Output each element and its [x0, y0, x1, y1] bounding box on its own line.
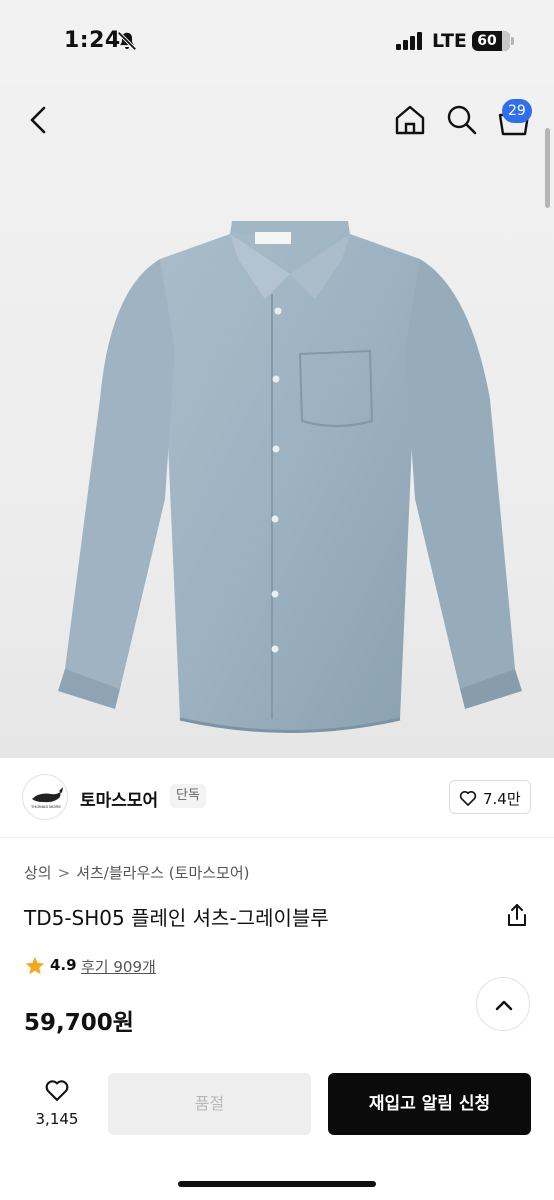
battery-level: 60 — [477, 33, 497, 49]
wishlist-count: 3,145 — [35, 1110, 79, 1128]
product-title: TD5-SH05 플레인 셔츠-그레이블루 — [24, 906, 329, 930]
wishlist-button[interactable]: 3,145 — [30, 1074, 84, 1134]
brand-like-button[interactable]: 7.4만 — [449, 780, 531, 814]
exclusive-badge: 단독 — [170, 784, 206, 808]
shirt-image — [58, 221, 522, 733]
chevron-up-icon — [495, 1000, 513, 1011]
whale-logo-icon: THOMAS MORE — [31, 787, 63, 809]
share-icon[interactable] — [505, 902, 529, 928]
breadcrumb-separator: > — [57, 864, 71, 882]
product-image[interactable] — [0, 84, 554, 758]
bell-slash-icon — [117, 31, 137, 51]
breadcrumb-category[interactable]: 상의 — [24, 862, 52, 883]
cart-count-badge: 29 — [502, 99, 532, 123]
scroll-indicator — [545, 128, 550, 208]
status-bar: 1:24 LTE 60 — [0, 0, 554, 84]
soldout-button[interactable]: 품절 — [108, 1073, 311, 1135]
breadcrumb: 상의 > 셔츠/블라우스 (토마스모어) — [24, 862, 250, 883]
back-button[interactable] — [22, 100, 58, 140]
heart-icon — [459, 791, 477, 806]
price: 59,700원 — [24, 1010, 134, 1036]
signal-bars-icon — [396, 32, 424, 50]
brand-logo[interactable]: THOMAS MORE — [22, 774, 68, 820]
bottom-action-bar: 3,145 품절 재입고 알림 신청 — [0, 1060, 554, 1200]
scroll-to-top-button[interactable] — [476, 977, 530, 1031]
battery-icon: 60 — [472, 31, 510, 51]
search-icon[interactable] — [442, 100, 482, 140]
rating-value: 4.9 — [50, 956, 77, 974]
breadcrumb-subcategory[interactable]: 셔츠/블라우스 (토마스모어) — [76, 862, 249, 883]
brand-like-count: 7.4만 — [483, 790, 521, 808]
brand-name[interactable]: 토마스모어 — [80, 786, 158, 811]
brand-row[interactable]: THOMAS MORE 토마스모어 단독 7.4만 — [0, 758, 554, 838]
star-icon — [25, 956, 45, 975]
status-time: 1:24 — [64, 28, 121, 53]
svg-text:THOMAS MORE: THOMAS MORE — [31, 804, 62, 809]
home-icon[interactable] — [390, 100, 430, 140]
review-count-link[interactable]: 후기 909개 — [81, 956, 156, 977]
restock-alert-button[interactable]: 재입고 알림 신청 — [328, 1073, 531, 1135]
home-indicator — [178, 1181, 376, 1187]
heart-icon — [45, 1080, 69, 1101]
network-label: LTE — [432, 30, 467, 52]
